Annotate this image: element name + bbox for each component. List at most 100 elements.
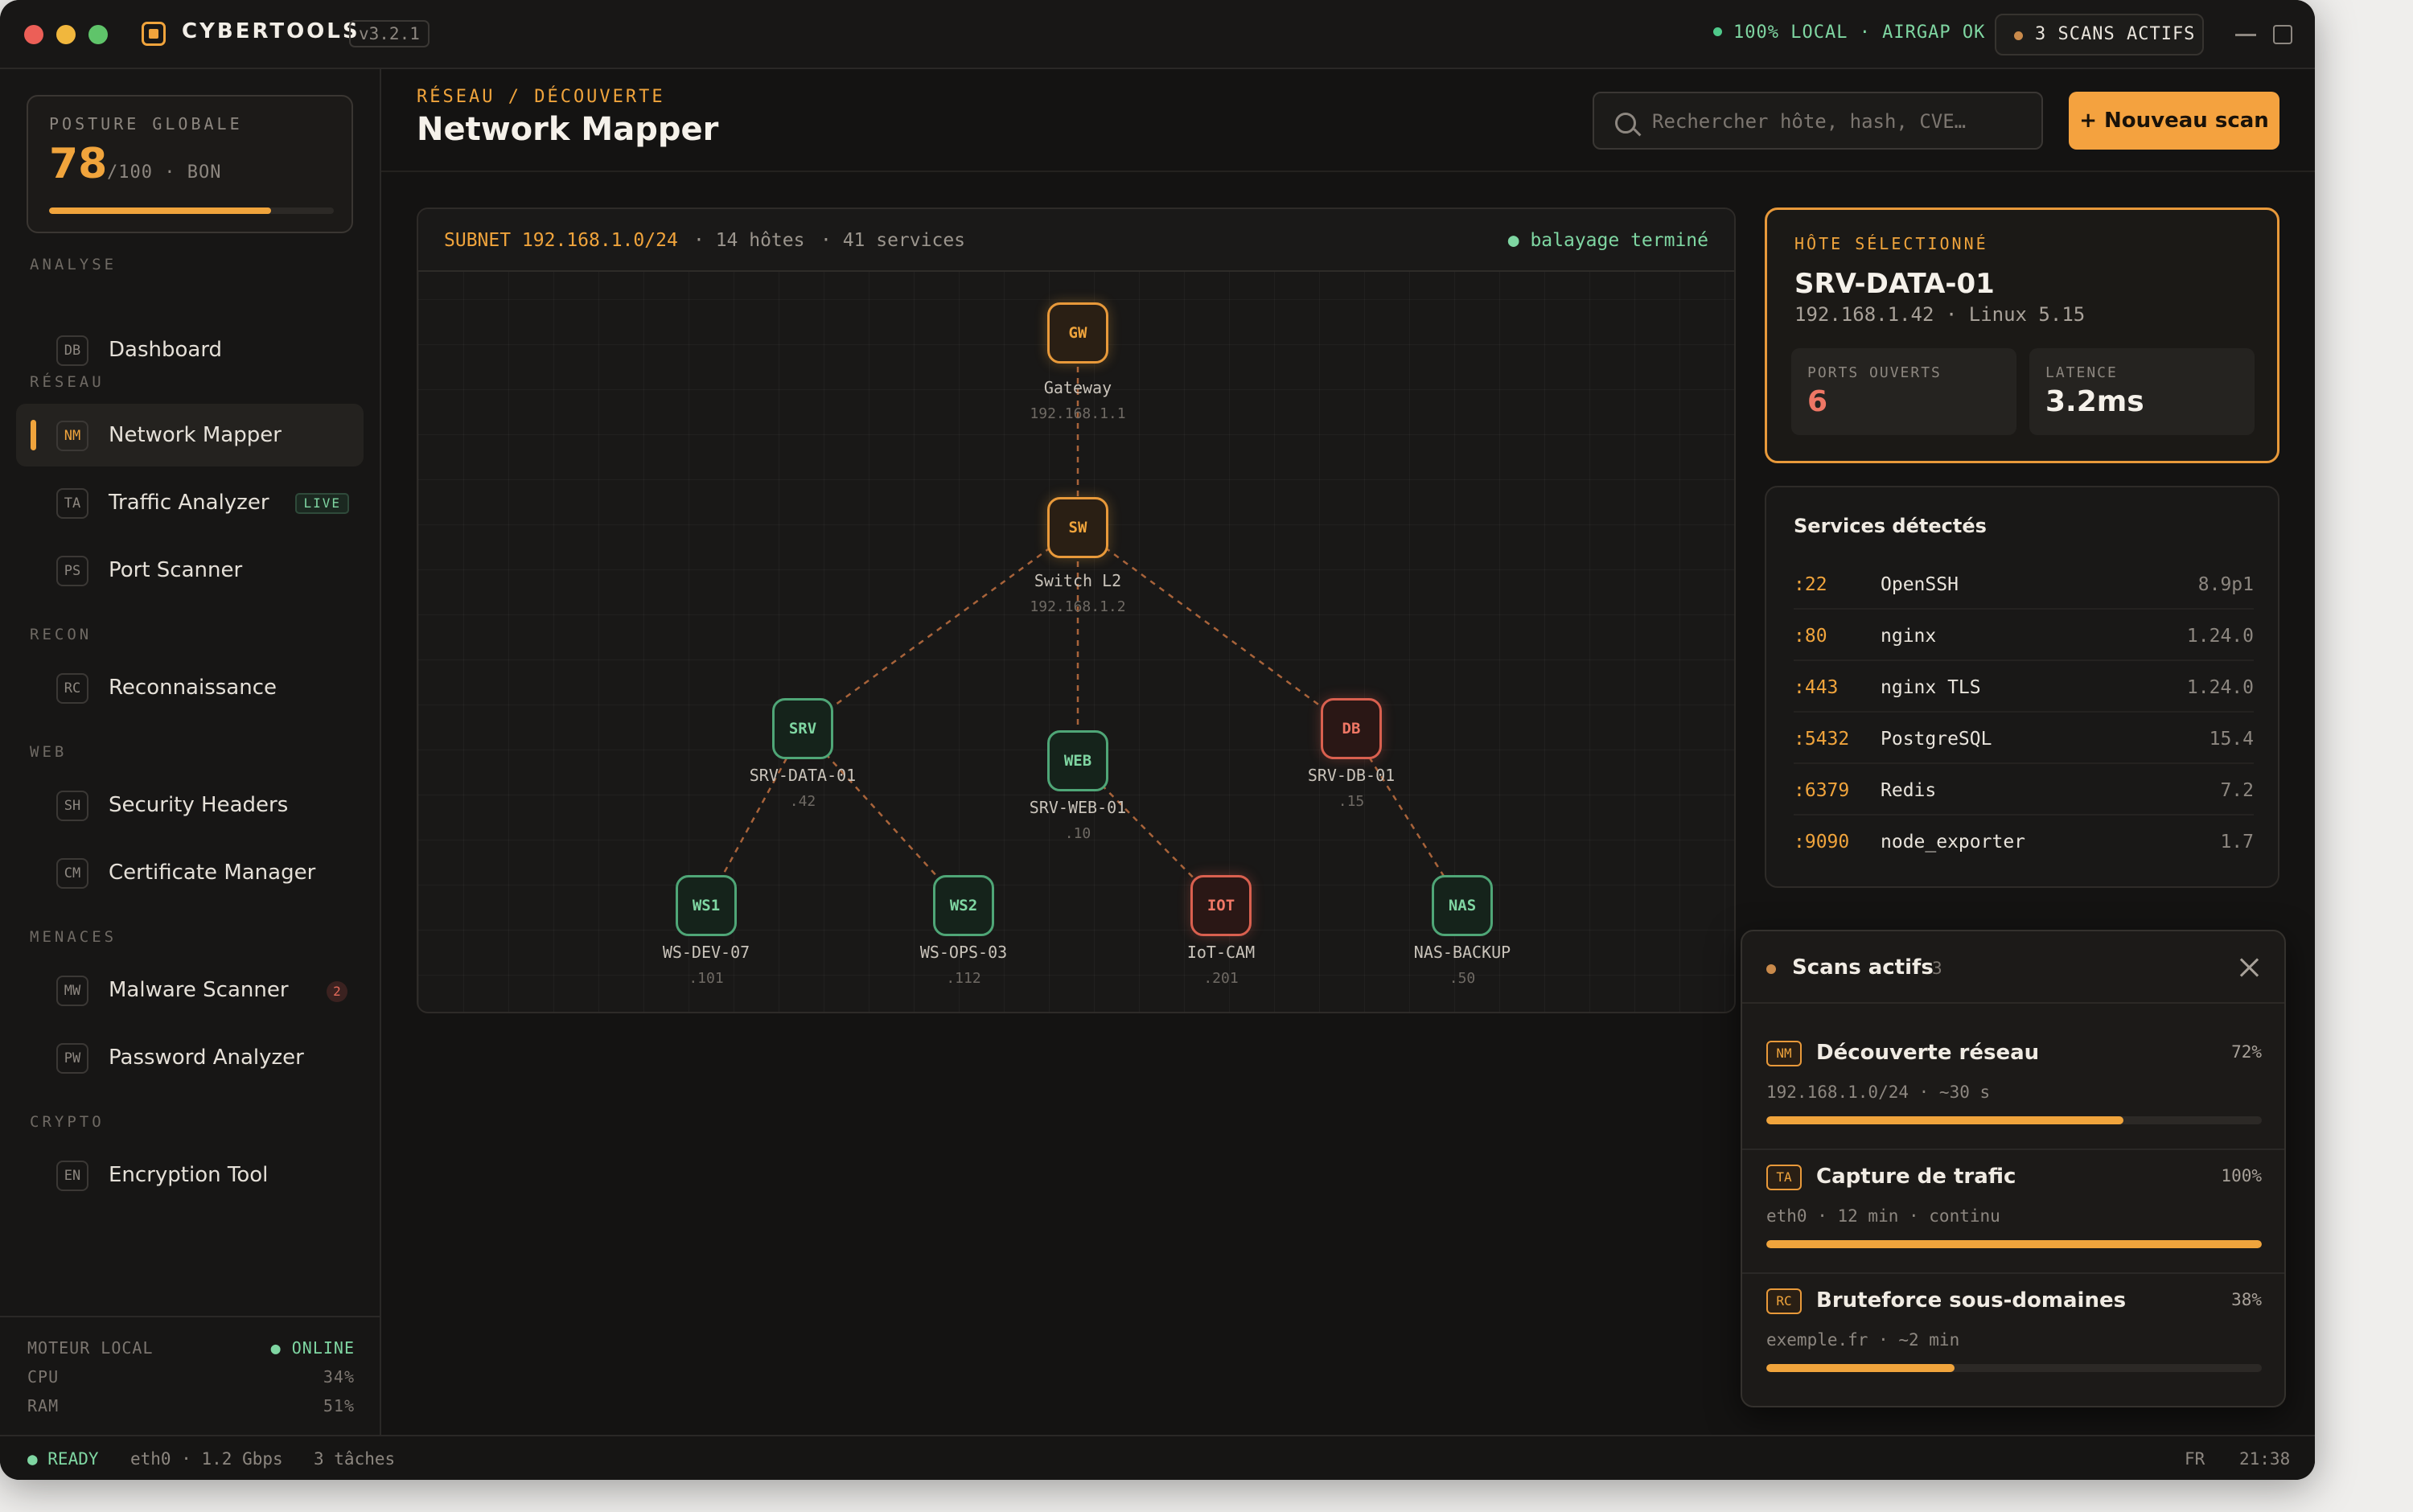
ram-row: RAM 51% <box>27 1396 355 1415</box>
clock: 21:38 <box>2239 1449 2291 1469</box>
service-version: 7.2 <box>2220 780 2254 801</box>
latency-value: 3.2ms <box>2045 385 2144 418</box>
scan-percent: 100% <box>2221 1166 2262 1185</box>
service-port: :80 <box>1794 626 1827 647</box>
service-version: 1.24.0 <box>2186 626 2254 647</box>
service-version: 15.4 <box>2209 729 2254 750</box>
close-icon[interactable] <box>2238 955 2262 980</box>
node-ip: 192.168.1.2 <box>1030 598 1126 615</box>
posture-score: 78 <box>49 140 108 188</box>
divider <box>1742 1272 2284 1274</box>
node-ws-dev[interactable]: WS1 <box>676 875 737 936</box>
local-engine-panel: MOTEUR LOCAL ● ONLINE CPU 34% RAM 51% <box>0 1316 381 1435</box>
node-ws-ops[interactable]: WS2 <box>933 875 994 936</box>
sidebar-item-network-mapper[interactable]: NM Network Mapper <box>16 404 364 466</box>
services-title: Services détectés <box>1794 515 1987 537</box>
scan-percent: 72% <box>2231 1042 2262 1062</box>
latency-stat: LATENCE 3.2ms <box>2029 348 2255 435</box>
node-label: NAS-BACKUP <box>1413 943 1511 962</box>
sidebar-item-label: Password Analyzer <box>109 1046 304 1070</box>
scan-meta: exemple.fr · ~2 min <box>1766 1330 1960 1350</box>
node-label: Switch L2 <box>1034 571 1122 590</box>
node-ip: .42 <box>789 793 816 810</box>
services-card: Services détectés :22 OpenSSH 8.9p1 :80 ngi… <box>1765 486 2279 888</box>
scan-dot-icon <box>2014 31 2023 40</box>
service-port: :443 <box>1794 677 1839 698</box>
node-ip: .201 <box>1203 970 1239 987</box>
cpu-label: CPU <box>27 1367 60 1387</box>
minimize-window-button[interactable] <box>56 25 76 44</box>
latency-label: LATENCE <box>2045 364 2118 381</box>
ready-status: ● READY <box>27 1449 99 1469</box>
sidebar-item-port-scanner[interactable]: PS Port Scanner <box>16 539 364 602</box>
sidebar-item-label: Network Mapper <box>109 423 282 447</box>
title-bar: CYBERTOOLS v3.2.1 100% LOCAL · AIRGAP OK… <box>0 0 2315 69</box>
service-row[interactable]: :5432 PostgreSQL 15.4 <box>1794 713 2254 764</box>
node-iot-cam[interactable]: IOT <box>1190 875 1252 936</box>
section-menaces: MENACES <box>30 928 117 946</box>
service-row[interactable]: :22 OpenSSH 8.9p1 <box>1794 558 2254 610</box>
scan-percent: 38% <box>2231 1290 2262 1309</box>
sidebar-item-encryption-tool[interactable]: EN Encryption Tool <box>16 1144 364 1206</box>
service-name: nginx <box>1881 626 1937 647</box>
sidebar-item-security-headers[interactable]: SH Security Headers <box>16 774 364 836</box>
scan-abbr-icon: RC <box>1766 1288 1802 1314</box>
scan-dot-icon <box>1766 964 1776 974</box>
minimize-icon[interactable] <box>2235 34 2256 36</box>
active-scans-panel: Scans actifs 3 NM Découverte réseau 72% … <box>1741 930 2286 1407</box>
node-nas-backup[interactable]: NAS <box>1432 875 1493 936</box>
dashboard-abbr-icon: DB <box>56 335 88 366</box>
node-ip: .50 <box>1449 970 1476 987</box>
posture-bar-fill <box>49 207 272 214</box>
node-switch[interactable]: SW <box>1047 497 1108 558</box>
sidebar-item-password-analyzer[interactable]: PW Password Analyzer <box>16 1026 364 1089</box>
engine-status: ● ONLINE <box>270 1338 355 1358</box>
node-label: SRV-WEB-01 <box>1029 798 1127 817</box>
scan-item[interactable]: TA Capture de trafic 100% eth0 · 12 min … <box>1766 1165 2262 1288</box>
service-name: Redis <box>1881 780 1937 801</box>
node-label: WS-DEV-07 <box>662 943 750 962</box>
breadcrumb: RÉSEAU / DÉCOUVERTE <box>417 87 665 107</box>
scan-progress-bar <box>1766 1240 2262 1248</box>
service-row[interactable]: :6379 Redis 7.2 <box>1794 764 2254 816</box>
link-sw-db <box>1077 526 1352 730</box>
service-row[interactable]: :9090 node_exporter 1.7 <box>1794 816 2254 867</box>
search-input[interactable] <box>1652 105 2022 138</box>
engine-label: MOTEUR LOCAL <box>27 1338 154 1358</box>
node-label: SRV-DATA-01 <box>749 766 857 785</box>
node-srv-data[interactable]: SRV <box>772 698 833 759</box>
new-scan-button[interactable]: + Nouveau scan <box>2069 92 2279 150</box>
service-port: :6379 <box>1794 780 1850 801</box>
close-window-button[interactable] <box>24 25 43 44</box>
section-web: WEB <box>30 743 68 761</box>
service-row[interactable]: :80 nginx 1.24.0 <box>1794 610 2254 661</box>
page-title: Network Mapper <box>417 111 719 148</box>
malware-scanner-abbr-icon: MW <box>56 976 88 1006</box>
scan-item[interactable]: NM Découverte réseau 72% 192.168.1.0/24 … <box>1766 1041 2262 1165</box>
node-srv-web[interactable]: WEB <box>1047 730 1108 791</box>
search-box[interactable] <box>1593 92 2043 150</box>
sidebar-item-certificate-manager[interactable]: CM Certificate Manager <box>16 841 364 904</box>
service-row[interactable]: :443 nginx TLS 1.24.0 <box>1794 661 2254 713</box>
language[interactable]: FR <box>2185 1449 2205 1469</box>
sidebar-item-reconnaissance[interactable]: RC Reconnaissance <box>16 656 364 719</box>
active-scans-badge[interactable]: 3 SCANS ACTIFS <box>1995 14 2204 55</box>
scan-item[interactable]: RC Bruteforce sous-domaines 38% exemple.… <box>1766 1288 2262 1412</box>
sidebar-item-dashboard[interactable]: DB Dashboard <box>16 318 364 381</box>
scan-abbr-icon: NM <box>1766 1041 1802 1066</box>
node-gateway[interactable]: GW <box>1047 302 1108 364</box>
sidebar-item-traffic-analyzer[interactable]: TA Traffic Analyzer LIVE <box>16 471 364 534</box>
node-srv-db[interactable]: DB <box>1321 698 1382 759</box>
cpu-row: CPU 34% <box>27 1367 355 1387</box>
scan-progress-fill <box>1766 1240 2262 1248</box>
reconnaissance-abbr-icon: RC <box>56 673 88 704</box>
maximize-icon[interactable] <box>2273 25 2292 44</box>
service-version: 8.9p1 <box>2197 574 2254 595</box>
alert-count-badge: 2 <box>327 981 347 1002</box>
node-label: Gateway <box>1043 378 1112 397</box>
service-version: 1.7 <box>2220 832 2254 853</box>
sidebar-item-malware-scanner[interactable]: MW Malware Scanner 2 <box>16 959 364 1021</box>
scan-abbr-icon: TA <box>1766 1165 1802 1190</box>
zoom-window-button[interactable] <box>88 25 108 44</box>
scan-progress-bar <box>1766 1364 2262 1372</box>
